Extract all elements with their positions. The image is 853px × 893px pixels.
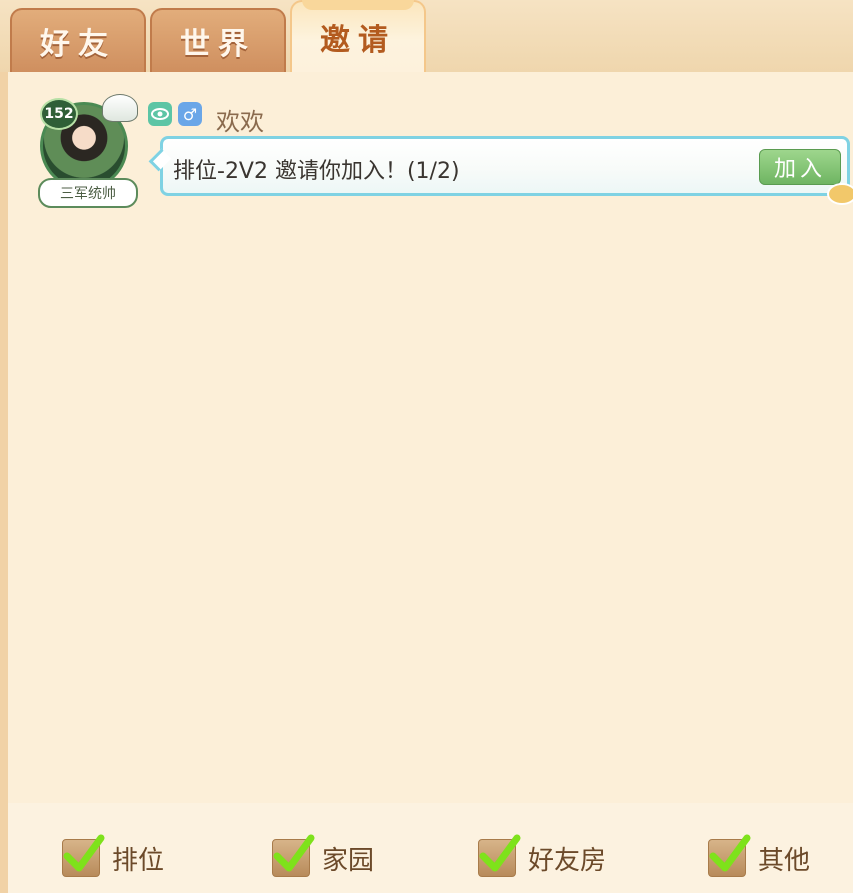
rank-title-badge: 三军统帅 bbox=[38, 178, 138, 208]
checkbox-ranked[interactable] bbox=[62, 834, 105, 877]
invite-list-panel[interactable]: 152 三军统帅 ♂ 欢欢 排位-2V2 邀请你加入！(1/2) 加入 bbox=[0, 72, 853, 893]
checkbox-other[interactable] bbox=[708, 834, 751, 877]
bubble-tail bbox=[148, 148, 172, 172]
checkmark-icon bbox=[273, 834, 315, 872]
filter-other[interactable]: 其他 bbox=[708, 834, 811, 877]
tab-invite[interactable]: 邀请 bbox=[290, 0, 426, 72]
crane-decoration-icon bbox=[102, 94, 138, 122]
bubble-decoration-icon bbox=[827, 183, 853, 205]
checkmark-icon bbox=[709, 834, 751, 872]
level-badge: 152 bbox=[40, 98, 78, 130]
player-avatar[interactable]: 152 三军统帅 bbox=[30, 94, 140, 208]
tab-world-label: 世界 bbox=[180, 27, 256, 62]
filter-home[interactable]: 家园 bbox=[272, 834, 375, 877]
tab-invite-label: 邀请 bbox=[320, 23, 396, 58]
tab-bar: 好友 世界 邀请 bbox=[0, 0, 853, 72]
join-button[interactable]: 加入 bbox=[759, 149, 841, 185]
checkbox-home[interactable] bbox=[272, 834, 315, 877]
filter-other-label: 其他 bbox=[758, 845, 811, 876]
male-icon: ♂ bbox=[178, 102, 202, 126]
filter-friend-room-label: 好友房 bbox=[528, 845, 607, 876]
filter-bar: 排位 家园 好友房 其他 bbox=[8, 803, 853, 893]
tab-friends-label: 好友 bbox=[40, 27, 116, 62]
sender-username[interactable]: 欢欢 bbox=[216, 102, 264, 137]
checkmark-icon bbox=[479, 834, 521, 872]
filter-ranked[interactable]: 排位 bbox=[62, 834, 165, 877]
invite-text: 排位-2V2 邀请你加入！(1/2) bbox=[173, 159, 460, 184]
invite-message: 152 三军统帅 ♂ 欢欢 排位-2V2 邀请你加入！(1/2) 加入 bbox=[30, 94, 853, 208]
tab-world[interactable]: 世界 bbox=[150, 8, 286, 72]
message-bubble: 排位-2V2 邀请你加入！(1/2) 加入 bbox=[148, 136, 853, 205]
tab-friends[interactable]: 好友 bbox=[10, 8, 146, 72]
checkmark-icon bbox=[63, 834, 105, 872]
filter-friend-room[interactable]: 好友房 bbox=[478, 834, 607, 877]
filter-home-label: 家园 bbox=[322, 845, 375, 876]
filter-ranked-label: 排位 bbox=[112, 845, 165, 876]
checkbox-friend-room[interactable] bbox=[478, 834, 521, 877]
eye-icon bbox=[148, 102, 172, 126]
player-icons: ♂ bbox=[148, 102, 202, 126]
tab-decoration bbox=[302, 0, 414, 10]
